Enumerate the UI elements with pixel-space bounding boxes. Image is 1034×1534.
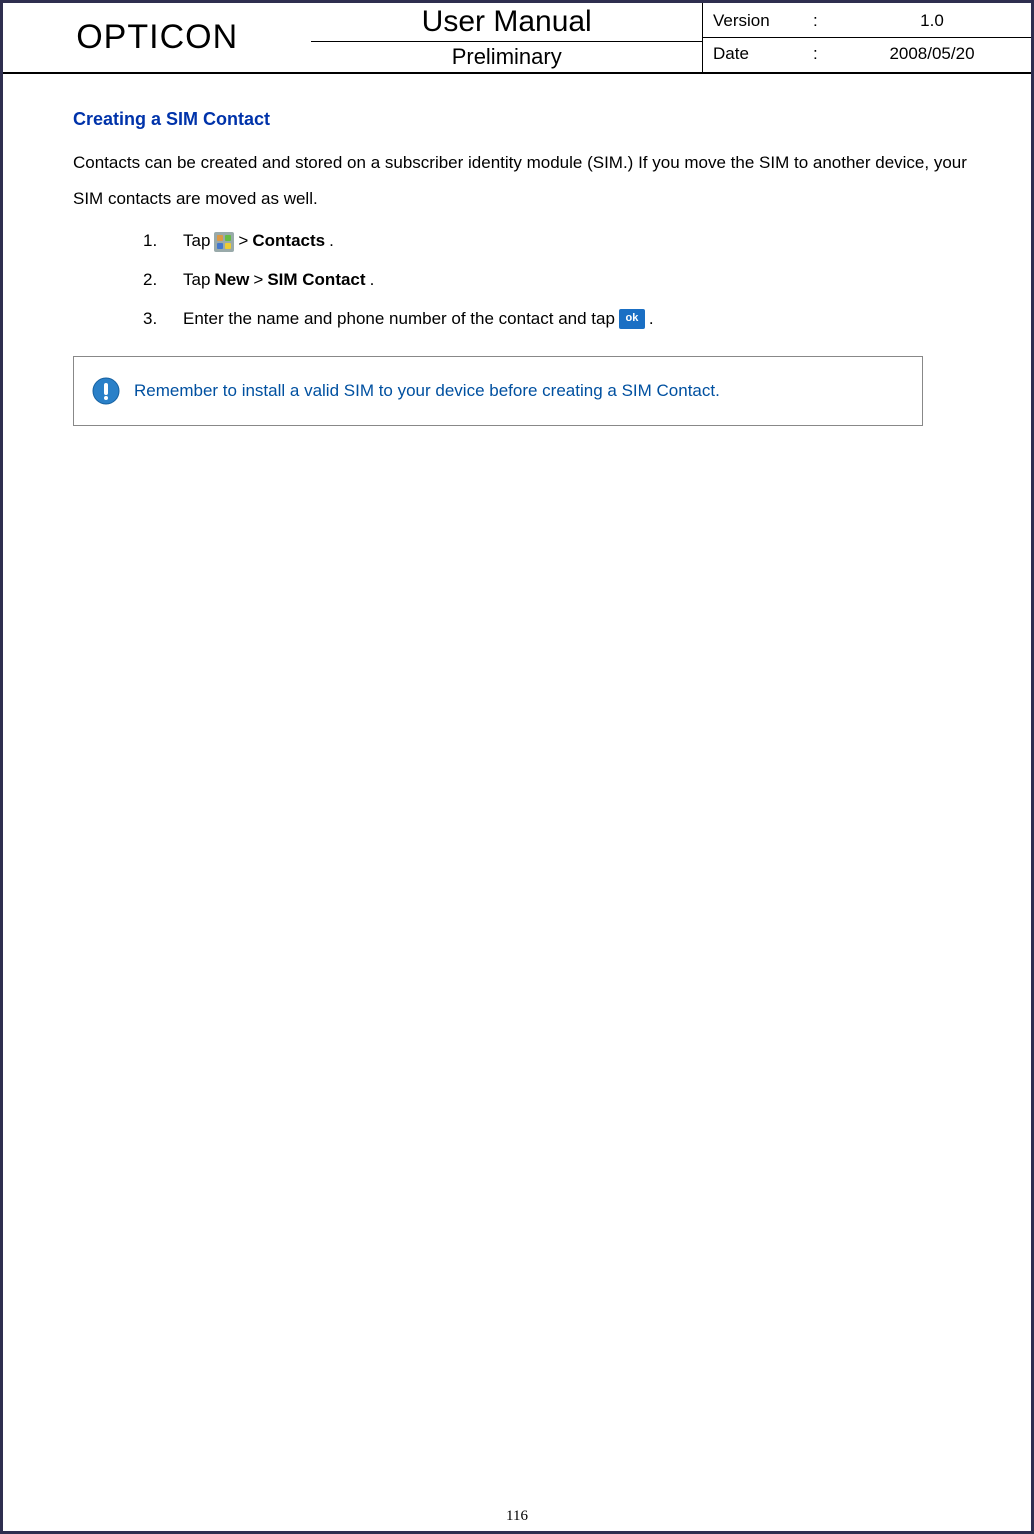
doc-title: User Manual xyxy=(311,3,702,42)
text-fragment: . xyxy=(370,265,375,296)
date-value: 2008/05/20 xyxy=(843,44,1021,64)
page-number: 116 xyxy=(3,1508,1031,1531)
text-fragment: Tap xyxy=(183,265,210,296)
header-title-cell: User Manual Preliminary xyxy=(311,3,702,72)
version-row: Version : 1.0 xyxy=(703,5,1031,38)
date-row: Date : 2008/05/20 xyxy=(703,38,1031,70)
note-text: Remember to install a valid SIM to your … xyxy=(134,381,720,401)
start-icon xyxy=(214,232,234,252)
step-text: Tap > Contacts. xyxy=(183,226,334,257)
content-area: Creating a SIM Contact Contacts can be c… xyxy=(3,74,1031,1508)
step-number: 2. xyxy=(143,265,183,296)
text-fragment: . xyxy=(649,304,654,335)
list-item: 2. Tap New > SIM Contact. xyxy=(143,265,971,296)
step-text: Tap New > SIM Contact. xyxy=(183,265,374,296)
text-fragment: > xyxy=(253,265,263,296)
text-fragment-bold: New xyxy=(214,265,249,296)
steps-list: 1. Tap > Contacts. xyxy=(73,226,971,334)
text-fragment: Tap xyxy=(183,226,210,257)
intro-text: Contacts can be created and stored on a … xyxy=(73,145,971,216)
list-item: 1. Tap > Contacts. xyxy=(143,226,971,257)
note-box: Remember to install a valid SIM to your … xyxy=(73,356,923,426)
version-label: Version xyxy=(713,11,813,31)
page-container: OPTICON User Manual Preliminary Version … xyxy=(0,0,1034,1534)
text-fragment-bold: Contacts xyxy=(252,226,325,257)
colon: : xyxy=(813,11,843,31)
list-item: 3. Enter the name and phone number of th… xyxy=(143,304,971,335)
step-number: 3. xyxy=(143,304,183,335)
step-number: 1. xyxy=(143,226,183,257)
header-meta: Version : 1.0 Date : 2008/05/20 xyxy=(702,3,1031,72)
brand-name: OPTICON xyxy=(3,3,311,72)
alert-icon xyxy=(92,377,120,405)
text-fragment: . xyxy=(329,226,334,257)
header: OPTICON User Manual Preliminary Version … xyxy=(3,3,1031,74)
text-fragment-bold: SIM Contact xyxy=(267,265,365,296)
doc-subtitle: Preliminary xyxy=(311,42,702,72)
version-value: 1.0 xyxy=(843,11,1021,31)
text-fragment: > xyxy=(238,226,248,257)
date-label: Date xyxy=(713,44,813,64)
text-fragment: Enter the name and phone number of the c… xyxy=(183,304,615,335)
step-text: Enter the name and phone number of the c… xyxy=(183,304,654,335)
section-title: Creating a SIM Contact xyxy=(73,109,971,130)
colon: : xyxy=(813,44,843,64)
header-row: OPTICON User Manual Preliminary Version … xyxy=(3,3,1031,72)
ok-icon xyxy=(619,309,645,329)
